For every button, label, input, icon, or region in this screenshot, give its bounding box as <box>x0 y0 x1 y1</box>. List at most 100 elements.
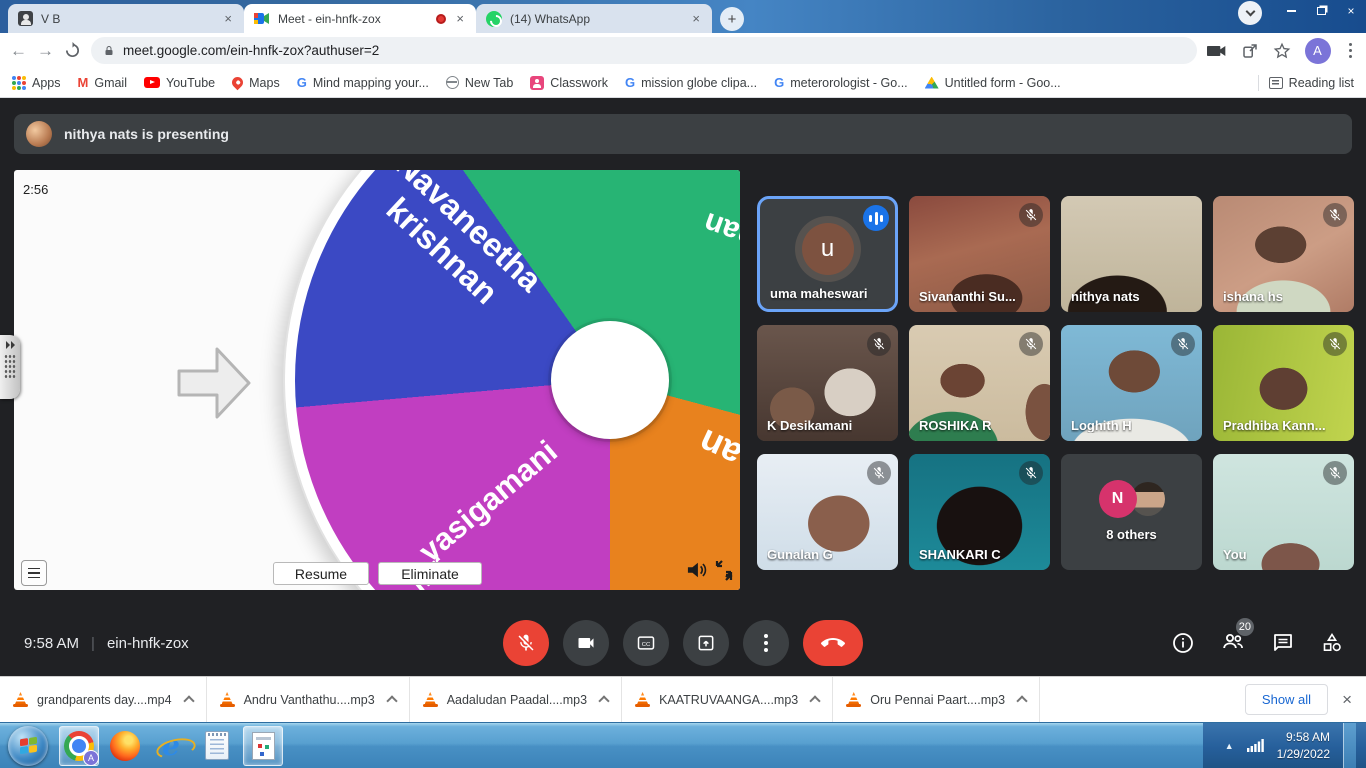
apps-button[interactable]: Apps <box>12 76 61 90</box>
show-all-button[interactable]: Show all <box>1245 684 1328 715</box>
chevron-up-icon[interactable] <box>386 695 397 706</box>
meet-favicon-icon <box>254 12 270 25</box>
chevron-up-icon[interactable] <box>1016 695 1027 706</box>
tile-shankari-c[interactable]: SHANKARI C <box>909 454 1050 570</box>
back-button[interactable]: ← <box>10 41 27 61</box>
tab-strip: V B × Meet - ein-hnfk-zox × (14) WhatsAp… <box>8 4 744 33</box>
bookmark-gmail[interactable]: M Gmail <box>78 75 128 90</box>
tile-nithya-nats[interactable]: nithya nats <box>1061 196 1202 312</box>
browser-menu-icon[interactable] <box>1345 43 1357 59</box>
taskbar-chrome[interactable]: A <box>59 726 99 766</box>
tab-vb[interactable]: V B × <box>8 4 244 33</box>
bookmark-label: meterorologist - Go... <box>790 76 907 90</box>
wheel-menu-button[interactable] <box>21 560 47 586</box>
tile-gunalan-g[interactable]: Gunalan G <box>757 454 898 570</box>
taskbar-internet-explorer[interactable]: e <box>151 726 191 766</box>
bookmark-maps[interactable]: Maps <box>232 76 280 90</box>
bookmark-meterorologist[interactable]: G meterorologist - Go... <box>774 75 908 90</box>
activities-button[interactable] <box>1320 631 1344 655</box>
tile-pradhiba[interactable]: Pradhiba Kann... <box>1213 325 1354 441</box>
tab-close-icon[interactable]: × <box>222 11 234 26</box>
captions-icon: CC <box>635 633 657 653</box>
tray-date: 1/29/2022 <box>1277 746 1330 762</box>
chevron-up-icon[interactable] <box>183 695 194 706</box>
bookmark-star-icon[interactable] <box>1273 42 1291 60</box>
present-button[interactable] <box>683 620 729 666</box>
tab-whatsapp[interactable]: (14) WhatsApp × <box>476 4 712 33</box>
download-item[interactable]: KAATRUVAANGA....mp3 <box>622 677 833 722</box>
captions-button[interactable]: CC <box>623 620 669 666</box>
tile-8-others[interactable]: N 8 others <box>1061 454 1202 570</box>
bookmark-mission-globe[interactable]: G mission globe clipa... <box>625 75 757 90</box>
tile-sivananthi[interactable]: Sivananthi Su... <box>909 196 1050 312</box>
chevron-up-icon[interactable] <box>598 695 609 706</box>
camera-in-use-icon[interactable] <box>1207 44 1227 58</box>
restore-button[interactable] <box>1306 0 1336 22</box>
chevron-down-icon[interactable] <box>1238 1 1262 25</box>
taskbar-notepad[interactable] <box>197 726 237 766</box>
resume-button[interactable]: Resume <box>273 562 369 585</box>
download-item[interactable]: Aadaludan Paadal....mp3 <box>410 677 622 722</box>
grip-dots-icon <box>4 354 16 380</box>
leave-call-button[interactable] <box>803 620 863 666</box>
taskbar-document[interactable] <box>243 726 283 766</box>
share-icon[interactable] <box>1241 42 1259 60</box>
chat-button[interactable] <box>1271 631 1295 655</box>
reload-button[interactable] <box>64 42 81 59</box>
bookmark-mind-mapping[interactable]: G Mind mapping your... <box>297 75 429 90</box>
participant-name: SHANKARI C <box>919 547 1001 562</box>
bookmark-new-tab[interactable]: New Tab <box>446 76 513 90</box>
mic-toggle-button[interactable] <box>503 620 549 666</box>
address-bar[interactable]: meet.google.com/ein-hnfk-zox?authuser=2 <box>91 37 1197 64</box>
bookmark-youtube[interactable]: YouTube <box>144 76 215 90</box>
start-button[interactable] <box>8 726 48 766</box>
chevron-up-icon[interactable] <box>810 695 821 706</box>
mic-off-icon <box>1171 332 1195 356</box>
download-item[interactable]: grandparents day....mp4 <box>0 677 207 722</box>
tile-ishana-hs[interactable]: ishana hs <box>1213 196 1354 312</box>
tile-loghith-h[interactable]: Loghith H <box>1061 325 1202 441</box>
wheel-timer: 2:56 <box>23 182 48 197</box>
volume-icon[interactable] <box>686 560 708 580</box>
download-item[interactable]: Oru Pennai Paart....mp3 <box>833 677 1040 722</box>
notepad-icon <box>205 731 229 760</box>
mic-off-icon <box>867 461 891 485</box>
vlc-icon <box>846 692 861 707</box>
taskbar-firefox[interactable] <box>105 726 145 766</box>
tab-close-icon[interactable]: × <box>690 11 702 26</box>
tab-close-icon[interactable]: × <box>454 11 466 26</box>
collapse-icon[interactable] <box>713 559 735 582</box>
minimize-button[interactable] <box>1276 0 1306 22</box>
tile-you[interactable]: You <box>1213 454 1354 570</box>
show-desktop-button[interactable] <box>1343 723 1356 768</box>
close-downloads-icon[interactable]: × <box>1342 690 1352 710</box>
tab-meet[interactable]: Meet - ein-hnfk-zox × <box>244 4 476 33</box>
tile-roshika-r[interactable]: ROSHIKA R <box>909 325 1050 441</box>
download-filename: Aadaludan Paadal....mp3 <box>447 693 587 707</box>
tile-k-desikamani[interactable]: K Desikamani <box>757 325 898 441</box>
firefox-icon <box>110 731 140 761</box>
lock-icon <box>103 44 115 58</box>
sidebar-handle[interactable] <box>0 335 20 399</box>
tray-expand-icon[interactable]: ▲ <box>1225 741 1234 751</box>
tray-clock[interactable]: 9:58 AM 1/29/2022 <box>1277 729 1330 761</box>
participants-button[interactable]: 20 <box>1220 629 1246 658</box>
bookmark-untitled-form[interactable]: Untitled form - Goo... <box>925 76 1061 90</box>
new-tab-button[interactable]: + <box>720 7 744 31</box>
more-options-button[interactable] <box>743 620 789 666</box>
forward-button[interactable]: → <box>37 41 54 61</box>
chrome-profile-badge: A <box>83 750 99 766</box>
reading-list-button[interactable]: Reading list <box>1269 76 1354 90</box>
vlc-icon <box>13 692 28 707</box>
download-item[interactable]: Andru Vanthathu....mp3 <box>207 677 410 722</box>
bookmark-classwork[interactable]: Classwork <box>530 76 608 90</box>
camera-toggle-button[interactable] <box>563 620 609 666</box>
eliminate-button[interactable]: Eliminate <box>378 562 482 585</box>
meeting-details-button[interactable] <box>1171 631 1195 655</box>
download-filename: Oru Pennai Paart....mp3 <box>870 693 1005 707</box>
mic-off-icon <box>1323 461 1347 485</box>
network-signal-icon[interactable] <box>1247 739 1264 752</box>
profile-avatar[interactable]: A <box>1305 38 1331 64</box>
close-window-button[interactable]: × <box>1336 0 1366 22</box>
tile-uma-maheswari[interactable]: u uma maheswari <box>757 196 898 312</box>
